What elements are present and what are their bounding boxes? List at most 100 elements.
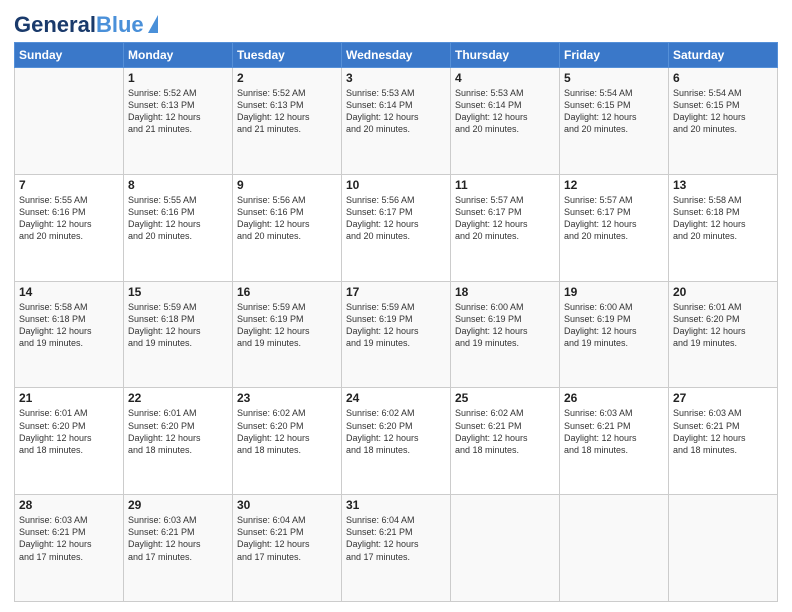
calendar-cell: 18 Sunrise: 6:00 AMSunset: 6:19 PMDayligh… (451, 281, 560, 388)
day-number: 17 (346, 285, 446, 299)
calendar-cell: 12 Sunrise: 5:57 AMSunset: 6:17 PMDayligh… (560, 174, 669, 281)
calendar-week-row: 28 Sunrise: 6:03 AMSunset: 6:21 PMDayligh… (15, 495, 778, 602)
calendar-cell: 7Sunrise: 5:55 AMSunset: 6:16 PMDaylight… (15, 174, 124, 281)
calendar-cell (560, 495, 669, 602)
cell-content: Sunrise: 6:01 AMSunset: 6:20 PMDaylight:… (128, 407, 228, 456)
cell-content: Sunrise: 5:57 AMSunset: 6:17 PMDaylight:… (564, 194, 664, 243)
calendar-cell: 19 Sunrise: 6:00 AMSunset: 6:19 PMDayligh… (560, 281, 669, 388)
day-number: 2 (237, 71, 337, 85)
day-number: 21 (19, 391, 119, 405)
logo-triangle-icon (148, 15, 158, 33)
calendar-day-header: Wednesday (342, 43, 451, 68)
cell-content: Sunrise: 6:01 AMSunset: 6:20 PMDaylight:… (673, 301, 773, 350)
day-number: 31 (346, 498, 446, 512)
logo-text: GeneralBlue (14, 14, 144, 36)
calendar-cell: 28 Sunrise: 6:03 AMSunset: 6:21 PMDayligh… (15, 495, 124, 602)
day-number: 9 (237, 178, 337, 192)
day-number: 1 (128, 71, 228, 85)
logo: GeneralBlue (14, 10, 158, 36)
calendar-cell: 4 Sunrise: 5:53 AMSunset: 6:14 PMDaylight… (451, 68, 560, 175)
day-number: 16 (237, 285, 337, 299)
day-number: 12 (564, 178, 664, 192)
cell-content: Sunrise: 6:01 AMSunset: 6:20 PMDaylight:… (19, 407, 119, 456)
calendar-table: SundayMondayTuesdayWednesdayThursdayFrid… (14, 42, 778, 602)
day-number: 6 (673, 71, 773, 85)
day-number: 18 (455, 285, 555, 299)
cell-content: Sunrise: 6:03 AMSunset: 6:21 PMDaylight:… (19, 514, 119, 563)
cell-content: Sunrise: 6:02 AMSunset: 6:20 PMDaylight:… (237, 407, 337, 456)
calendar-cell: 25 Sunrise: 6:02 AMSunset: 6:21 PMDayligh… (451, 388, 560, 495)
calendar-cell: 16Sunrise: 5:59 AMSunset: 6:19 PMDayligh… (233, 281, 342, 388)
calendar-cell: 1Sunrise: 5:52 AMSunset: 6:13 PMDaylight… (124, 68, 233, 175)
day-number: 10 (346, 178, 446, 192)
day-number: 29 (128, 498, 228, 512)
calendar-day-header: Friday (560, 43, 669, 68)
calendar-cell: 31 Sunrise: 6:04 AMSunset: 6:21 PMDayligh… (342, 495, 451, 602)
page: GeneralBlue SundayMondayTuesdayWednesday… (0, 0, 792, 612)
cell-content: Sunrise: 5:55 AMSunset: 6:16 PMDaylight:… (19, 194, 119, 243)
cell-content: Sunrise: 5:57 AMSunset: 6:17 PMDaylight:… (455, 194, 555, 243)
calendar-cell: 23 Sunrise: 6:02 AMSunset: 6:20 PMDayligh… (233, 388, 342, 495)
day-number: 23 (237, 391, 337, 405)
calendar-cell (669, 495, 778, 602)
calendar-cell: 14 Sunrise: 5:58 AMSunset: 6:18 PMDayligh… (15, 281, 124, 388)
day-number: 20 (673, 285, 773, 299)
cell-content: Sunrise: 5:53 AMSunset: 6:14 PMDaylight:… (346, 87, 446, 136)
calendar-cell: 26Sunrise: 6:03 AMSunset: 6:21 PMDayligh… (560, 388, 669, 495)
cell-content: Sunrise: 6:00 AMSunset: 6:19 PMDaylight:… (455, 301, 555, 350)
calendar-cell (15, 68, 124, 175)
cell-content: Sunrise: 5:59 AMSunset: 6:18 PMDaylight:… (128, 301, 228, 350)
calendar-cell: 2Sunrise: 5:52 AMSunset: 6:13 PMDaylight… (233, 68, 342, 175)
calendar-cell: 24 Sunrise: 6:02 AMSunset: 6:20 PMDayligh… (342, 388, 451, 495)
calendar-day-header: Monday (124, 43, 233, 68)
calendar-week-row: 14 Sunrise: 5:58 AMSunset: 6:18 PMDayligh… (15, 281, 778, 388)
cell-content: Sunrise: 5:58 AMSunset: 6:18 PMDaylight:… (673, 194, 773, 243)
cell-content: Sunrise: 6:03 AMSunset: 6:21 PMDaylight:… (673, 407, 773, 456)
day-number: 26 (564, 391, 664, 405)
day-number: 8 (128, 178, 228, 192)
calendar-day-header: Sunday (15, 43, 124, 68)
cell-content: Sunrise: 5:54 AMSunset: 6:15 PMDaylight:… (673, 87, 773, 136)
calendar-cell: 5Sunrise: 5:54 AMSunset: 6:15 PMDaylight… (560, 68, 669, 175)
day-number: 13 (673, 178, 773, 192)
calendar-cell: 22 Sunrise: 6:01 AMSunset: 6:20 PMDayligh… (124, 388, 233, 495)
cell-content: Sunrise: 6:04 AMSunset: 6:21 PMDaylight:… (237, 514, 337, 563)
calendar-cell (451, 495, 560, 602)
calendar-cell: 9 Sunrise: 5:56 AMSunset: 6:16 PMDaylight… (233, 174, 342, 281)
calendar-week-row: 21 Sunrise: 6:01 AMSunset: 6:20 PMDayligh… (15, 388, 778, 495)
calendar-cell: 21 Sunrise: 6:01 AMSunset: 6:20 PMDayligh… (15, 388, 124, 495)
cell-content: Sunrise: 6:03 AMSunset: 6:21 PMDaylight:… (128, 514, 228, 563)
cell-content: Sunrise: 5:54 AMSunset: 6:15 PMDaylight:… (564, 87, 664, 136)
cell-content: Sunrise: 6:00 AMSunset: 6:19 PMDaylight:… (564, 301, 664, 350)
day-number: 15 (128, 285, 228, 299)
calendar-cell: 29 Sunrise: 6:03 AMSunset: 6:21 PMDayligh… (124, 495, 233, 602)
day-number: 24 (346, 391, 446, 405)
day-number: 11 (455, 178, 555, 192)
day-number: 28 (19, 498, 119, 512)
calendar-day-header: Saturday (669, 43, 778, 68)
header: GeneralBlue (14, 10, 778, 36)
calendar-cell: 27Sunrise: 6:03 AMSunset: 6:21 PMDayligh… (669, 388, 778, 495)
cell-content: Sunrise: 6:04 AMSunset: 6:21 PMDaylight:… (346, 514, 446, 563)
calendar-week-row: 1Sunrise: 5:52 AMSunset: 6:13 PMDaylight… (15, 68, 778, 175)
cell-content: Sunrise: 5:55 AMSunset: 6:16 PMDaylight:… (128, 194, 228, 243)
cell-content: Sunrise: 5:56 AMSunset: 6:16 PMDaylight:… (237, 194, 337, 243)
day-number: 25 (455, 391, 555, 405)
calendar-cell: 30Sunrise: 6:04 AMSunset: 6:21 PMDayligh… (233, 495, 342, 602)
cell-content: Sunrise: 5:53 AMSunset: 6:14 PMDaylight:… (455, 87, 555, 136)
calendar-cell: 3 Sunrise: 5:53 AMSunset: 6:14 PMDaylight… (342, 68, 451, 175)
calendar-day-header: Tuesday (233, 43, 342, 68)
cell-content: Sunrise: 6:02 AMSunset: 6:21 PMDaylight:… (455, 407, 555, 456)
cell-content: Sunrise: 5:58 AMSunset: 6:18 PMDaylight:… (19, 301, 119, 350)
calendar-cell: 10Sunrise: 5:56 AMSunset: 6:17 PMDayligh… (342, 174, 451, 281)
day-number: 22 (128, 391, 228, 405)
day-number: 19 (564, 285, 664, 299)
calendar-cell: 11 Sunrise: 5:57 AMSunset: 6:17 PMDayligh… (451, 174, 560, 281)
day-number: 14 (19, 285, 119, 299)
calendar-day-header: Thursday (451, 43, 560, 68)
day-number: 4 (455, 71, 555, 85)
day-number: 3 (346, 71, 446, 85)
calendar-cell: 13 Sunrise: 5:58 AMSunset: 6:18 PMDayligh… (669, 174, 778, 281)
calendar-week-row: 7Sunrise: 5:55 AMSunset: 6:16 PMDaylight… (15, 174, 778, 281)
cell-content: Sunrise: 6:02 AMSunset: 6:20 PMDaylight:… (346, 407, 446, 456)
